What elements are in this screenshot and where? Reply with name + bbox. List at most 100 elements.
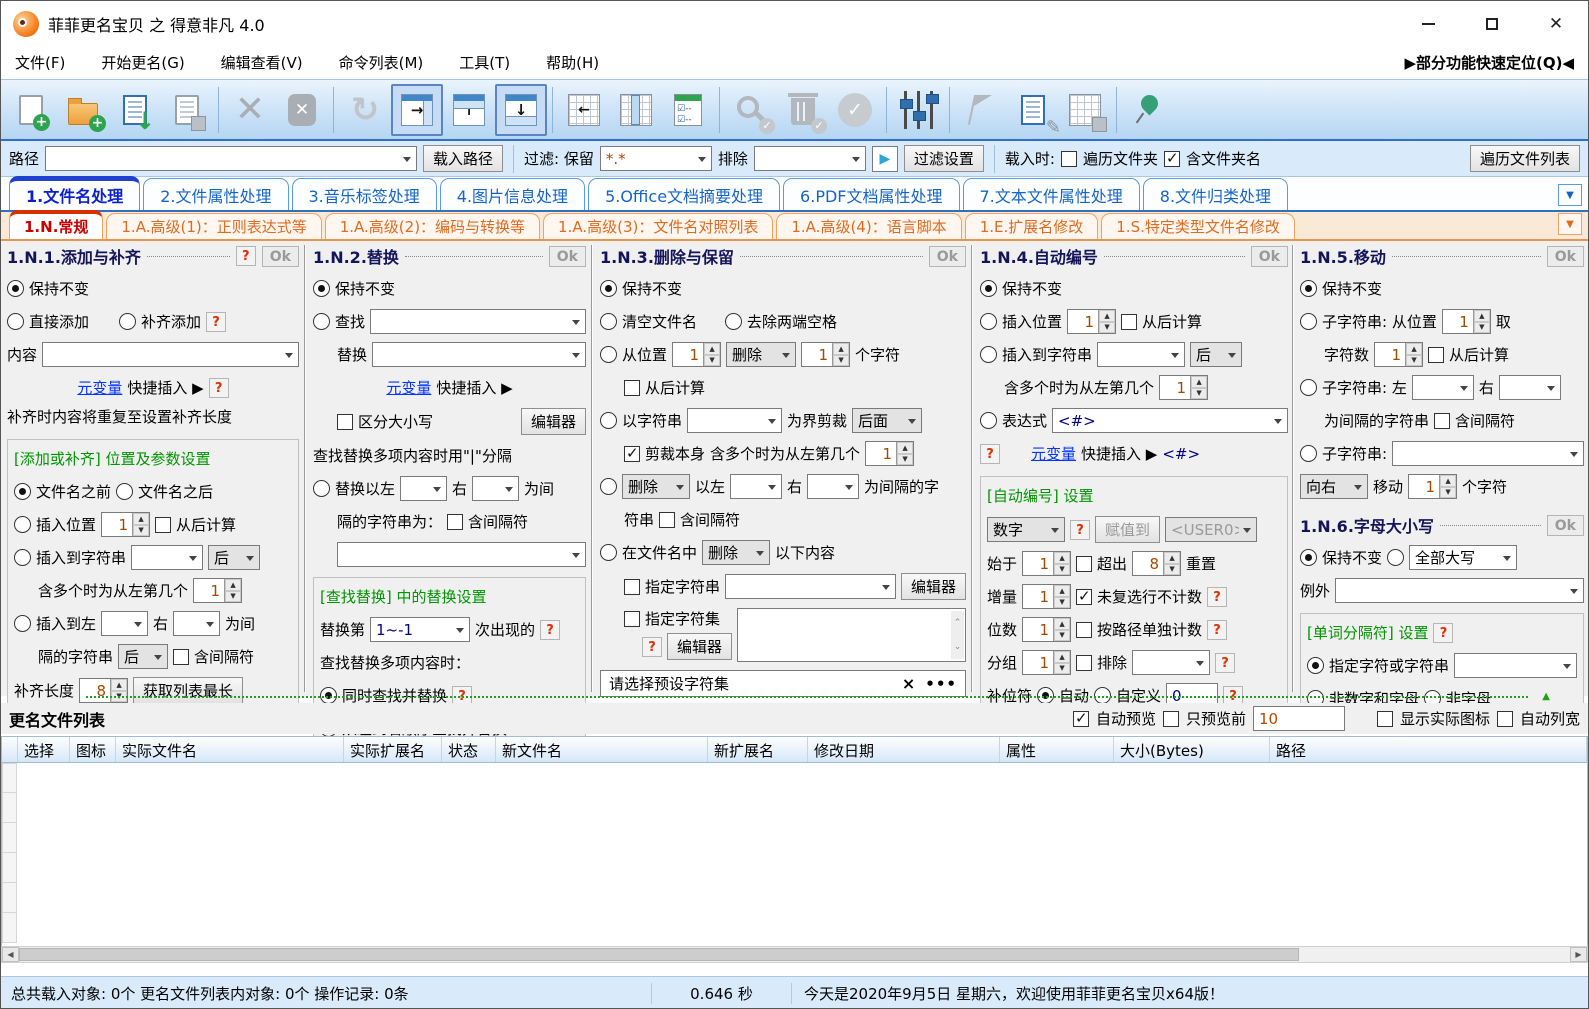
help-button[interactable]: ? <box>1433 622 1454 643</box>
col-attr[interactable]: 属性 <box>1000 737 1114 762</box>
layout-right-panel-button[interactable]: → <box>391 83 443 136</box>
col-size[interactable]: 大小(Bytes) <box>1114 737 1270 762</box>
p2-right-combo[interactable] <box>472 476 520 501</box>
p3-preset-charset-combo[interactable]: 请选择预设字符集 × ••• <box>600 670 966 697</box>
p1-nth-spinner[interactable]: 1 ▲ ▼ <box>193 578 243 603</box>
p1-insert-pos-radio[interactable] <box>14 516 31 533</box>
p4-digits-spinner[interactable]: 1 ▲ ▼ <box>1022 617 1072 642</box>
filter-settings-button[interactable]: 过滤设置 <box>903 145 984 172</box>
panel3-ok-button[interactable]: Ok <box>928 245 966 267</box>
p3-from-end-checkbox[interactable] <box>624 379 640 396</box>
load-list-button[interactable]: ↓ <box>109 84 161 136</box>
p3-pos-spinner[interactable]: 1 ▲ ▼ <box>672 342 722 367</box>
help-button[interactable]: ? <box>1207 619 1228 640</box>
p3-spec-set-checkbox[interactable] <box>624 610 640 627</box>
p1-from-end-checkbox[interactable] <box>155 516 172 533</box>
menu-help[interactable]: 帮助(H) <box>546 52 599 73</box>
p3-left-combo[interactable] <box>730 474 783 499</box>
p4-number-type-combo[interactable]: 数字 <box>987 517 1065 542</box>
p4-over-spinner[interactable]: 8 ▲ ▼ <box>1132 551 1182 576</box>
p5-sub-str-radio[interactable] <box>1300 445 1317 462</box>
refresh-button[interactable]: ↻ <box>339 84 391 136</box>
p3-del3-combo[interactable]: 删除 <box>702 540 771 565</box>
search-confirm-button[interactable]: ✓ <box>725 84 777 136</box>
more-icon[interactable]: ••• <box>925 675 957 693</box>
p1-after-name-radio[interactable] <box>116 483 134 500</box>
p5-left-combo[interactable] <box>1411 375 1474 400</box>
flag-button[interactable] <box>955 84 1007 136</box>
tab-specific-type[interactable]: 1.S.特定类型文件名修改 <box>1101 213 1295 239</box>
p4-nth-spinner[interactable]: 1 ▲ ▼ <box>1159 375 1209 400</box>
p3-back-combo[interactable]: 后面 <box>852 408 923 433</box>
panel6-ok-button[interactable]: Ok <box>1546 514 1584 536</box>
p3-spec-str-combo[interactable] <box>725 574 896 599</box>
tab-adv-script[interactable]: 1.A.高级(4)：语言脚本 <box>776 213 962 239</box>
menu-tools[interactable]: 工具(T) <box>459 52 510 73</box>
exclude-combo[interactable] <box>753 146 866 171</box>
p2-find-combo[interactable] <box>370 309 586 334</box>
panel2-ok-button[interactable]: Ok <box>548 245 586 267</box>
p4-start-spinner[interactable]: 1 ▲ ▼ <box>1022 551 1072 576</box>
p4-group-spinner[interactable]: 1 ▲ ▼ <box>1022 650 1072 675</box>
p6-keep-radio[interactable] <box>1300 549 1317 566</box>
pin-button[interactable] <box>1122 84 1174 136</box>
menu-start-rename[interactable]: 开始更名(G) <box>101 52 184 73</box>
p3-clear-radio[interactable] <box>600 313 617 330</box>
tab-image-info[interactable]: 4.图片信息处理 <box>439 178 586 210</box>
p3-del2-combo[interactable]: 删除 <box>622 474 690 499</box>
show-real-icons-checkbox[interactable] <box>1376 710 1393 727</box>
p3-count-spinner[interactable]: 1 ▲ ▼ <box>801 342 851 367</box>
p4-uncheck-skip-checkbox[interactable] <box>1076 587 1093 605</box>
help-button[interactable]: ? <box>208 377 229 398</box>
p6-case-combo[interactable]: 全部大写 <box>1409 545 1518 570</box>
filter-combo[interactable]: *.* <box>599 146 712 171</box>
tab-music-tag[interactable]: 3.音乐标签处理 <box>291 178 437 210</box>
help-button[interactable]: ? <box>1207 586 1228 607</box>
p4-before-after-combo[interactable]: 后 <box>1190 342 1243 367</box>
p4-insert-pos-radio[interactable] <box>980 313 997 330</box>
p4-over-checkbox[interactable] <box>1076 555 1093 572</box>
add-folder-button[interactable]: + <box>57 84 109 136</box>
clear-list-button[interactable]: ✕ <box>276 84 328 136</box>
splitter-handle[interactable] <box>86 691 1550 702</box>
edit-list-button[interactable]: ✎ <box>1007 84 1061 138</box>
p1-insert-pos-spinner[interactable]: 1 ▲ ▼ <box>101 512 151 537</box>
p2-between-radio[interactable] <box>313 480 330 497</box>
auto-col-width-checkbox[interactable] <box>1496 710 1513 727</box>
scroll-right-arrow-icon[interactable]: ▶ <box>1570 947 1587 962</box>
traverse-file-list-button[interactable]: 遍历文件列表 <box>1469 145 1580 172</box>
col-new-ext[interactable]: 新扩展名 <box>708 737 808 762</box>
p5-sub-pos-radio[interactable] <box>1300 313 1317 330</box>
p3-cut-self-checkbox[interactable] <box>624 444 640 462</box>
col-new-name[interactable]: 新文件名 <box>496 737 708 762</box>
column-checklist-button[interactable] <box>662 84 714 136</box>
p3-with-sep-checkbox[interactable] <box>659 511 676 528</box>
move-column-left-button[interactable]: ← <box>558 84 610 136</box>
save-list-button[interactable] <box>161 84 213 136</box>
col-actual-name[interactable]: 实际文件名 <box>116 737 344 762</box>
new-list-button[interactable]: + <box>5 84 57 136</box>
p3-editor-button[interactable]: 编辑器 <box>900 573 966 600</box>
help-button[interactable]: ? <box>1215 652 1236 673</box>
p6-spec-combo[interactable] <box>1454 653 1577 678</box>
tab-office-summary[interactable]: 5.Office文档摘要处理 <box>588 178 781 210</box>
p4-expr-radio[interactable] <box>980 412 997 429</box>
p3-by-str-combo[interactable] <box>687 408 783 433</box>
p4-insert-to-str-radio[interactable] <box>980 346 997 363</box>
p2-sep-str-combo[interactable] <box>337 542 586 567</box>
p1-metavar-link[interactable]: 元变量 <box>77 377 122 398</box>
p4-assign-target-combo[interactable]: <USER0> <box>1165 517 1258 542</box>
p2-case-checkbox[interactable] <box>337 413 353 430</box>
scrollbar-thumb[interactable] <box>19 948 1299 961</box>
p3-keep-radio[interactable] <box>600 280 617 297</box>
p2-editor-button[interactable]: 编辑器 <box>520 408 586 435</box>
p2-keep-radio[interactable] <box>313 280 330 297</box>
remove-item-button[interactable]: ✕ <box>224 84 276 136</box>
layout-bottom-panel-button[interactable]: ↓ <box>495 83 547 136</box>
p2-left-combo[interactable] <box>400 476 448 501</box>
col-icon[interactable]: 图标 <box>70 737 116 762</box>
help-button[interactable]: ? <box>1070 519 1090 540</box>
p4-expr-combo[interactable]: <#> <box>1052 408 1288 433</box>
p1-content-combo[interactable] <box>42 342 299 367</box>
clear-icon[interactable]: × <box>902 674 915 693</box>
